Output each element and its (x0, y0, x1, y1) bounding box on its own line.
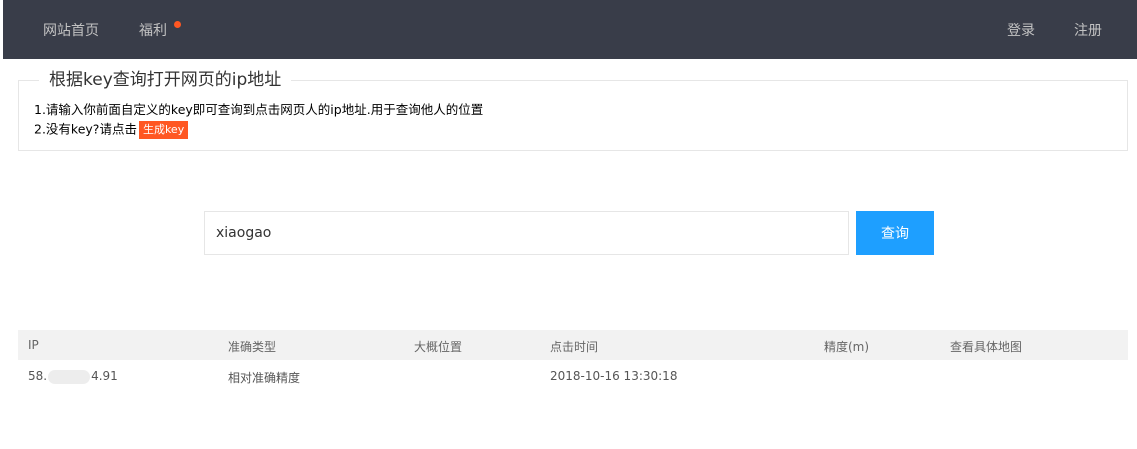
cell-accuracy-type: 相对准确精度 (228, 371, 301, 385)
header-location: 大概位置 (414, 340, 463, 354)
cell-ip: 58. 4.91 (28, 369, 118, 384)
header-accuracy-type: 准确类型 (228, 340, 277, 354)
redacted-mask (48, 369, 91, 384)
header-click-time: 点击时间 (550, 340, 599, 354)
header-ip: IP (28, 338, 39, 352)
notification-dot (174, 21, 181, 28)
header-view-map: 查看具体地图 (950, 340, 1023, 354)
top-navbar: 网站首页 福利 登录 注册 (3, 0, 1137, 59)
info-line-2: 2.没有key?请点击 生成key (34, 121, 189, 139)
info-panel: 根据key查询打开网页的ip地址 1.请输入你前面自定义的key即可查询到点击网… (18, 70, 1128, 151)
info-line-1: 1.请输入你前面自定义的key即可查询到点击网页人的ip地址.用于查询他人的位置 (34, 102, 484, 117)
nav-home-link[interactable]: 网站首页 (43, 20, 99, 40)
nav-welfare-link[interactable]: 福利 (139, 20, 167, 40)
nav-register-link[interactable]: 注册 (1074, 20, 1102, 40)
cell-click-time: 2018-10-16 13:30:18 (550, 369, 678, 383)
result-table-header: IP 准确类型 大概位置 点击时间 精度(m) 查看具体地图 (18, 330, 1128, 360)
generate-key-button[interactable]: 生成key (138, 121, 189, 139)
nav-login-link[interactable]: 登录 (1007, 20, 1035, 40)
header-precision: 精度(m) (824, 340, 870, 354)
table-row: 58. 4.91 相对准确精度 2018-10-16 13:30:18 (18, 360, 1128, 390)
query-button[interactable]: 查询 (856, 211, 934, 255)
key-search-input[interactable] (204, 211, 849, 255)
info-panel-title: 根据key查询打开网页的ip地址 (39, 70, 292, 90)
